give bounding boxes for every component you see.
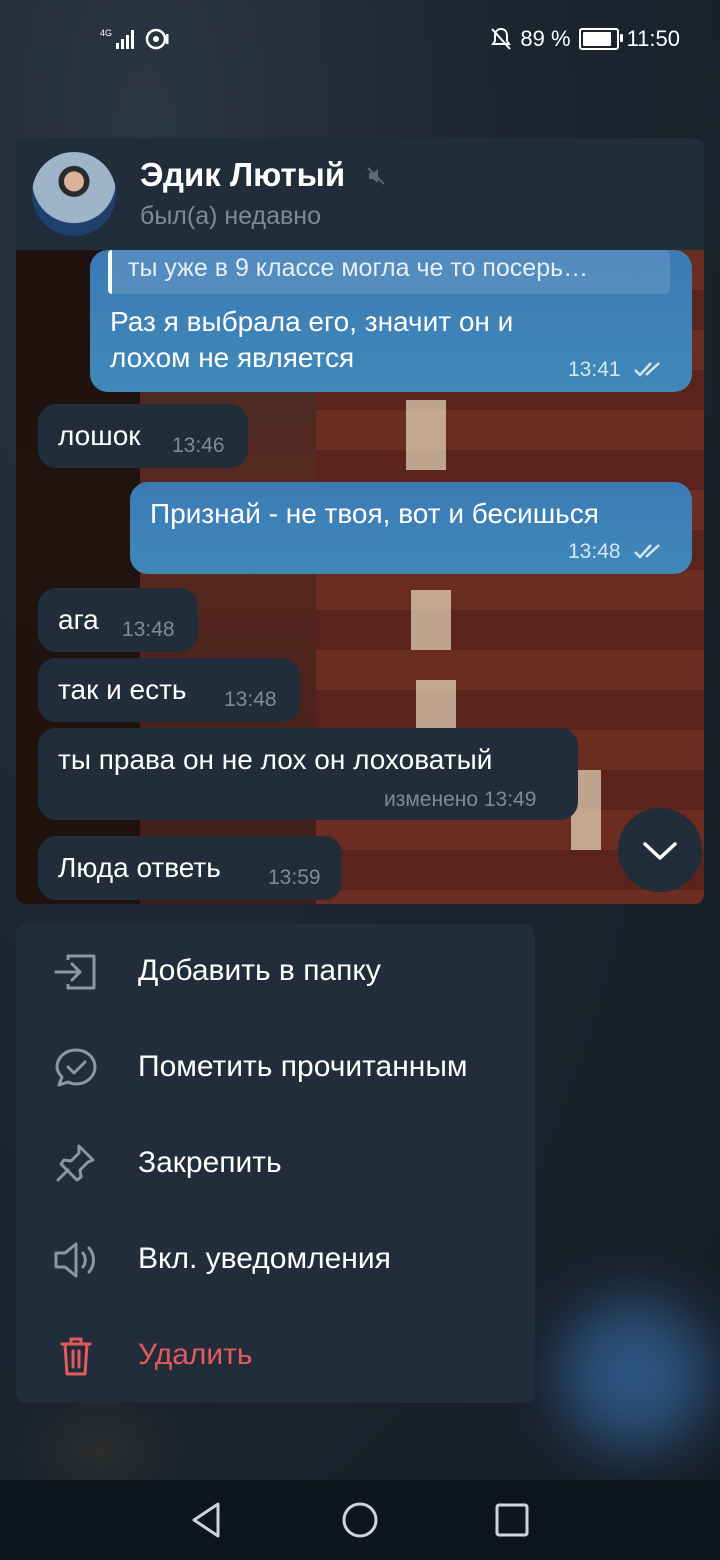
- menu-item-label: Удалить: [138, 1338, 253, 1371]
- signal-icon: 4G: [100, 28, 134, 49]
- message-bubble-outgoing[interactable]: ты уже в 9 классе могла че то посерь… Ра…: [90, 250, 692, 392]
- scroll-down-button[interactable]: [618, 808, 702, 892]
- home-icon[interactable]: [340, 1500, 380, 1540]
- background-blob: [560, 1300, 710, 1450]
- menu-item-unmute[interactable]: Вкл. уведомления: [16, 1212, 535, 1308]
- message-time: изменено 13:49: [384, 788, 537, 811]
- message-time: 13:48: [122, 618, 175, 641]
- message-text: так и есть: [58, 674, 187, 705]
- context-menu: Добавить в папку Пометить прочитанным За…: [16, 924, 535, 1403]
- message-bubble-incoming[interactable]: Люда ответь 13:59: [38, 836, 342, 900]
- message-time: 13:48: [224, 688, 277, 711]
- menu-item-pin[interactable]: Закрепить: [16, 1116, 535, 1212]
- menu-item-label: Вкл. уведомления: [138, 1242, 391, 1275]
- battery-percent: 89 %: [520, 26, 571, 51]
- message-time: 13:41: [568, 358, 621, 381]
- menu-item-add-to-folder[interactable]: Добавить в папку: [16, 924, 535, 1020]
- mark-read-icon: [55, 1048, 97, 1087]
- hotspot-icon: [145, 28, 169, 50]
- muted-icon: [367, 167, 385, 185]
- message-bubble-outgoing[interactable]: Признай - не твоя, вот и бесишься 13:48: [130, 482, 692, 574]
- message-bubble-incoming[interactable]: ага 13:48: [38, 588, 198, 652]
- avatar: [32, 152, 116, 236]
- status-bar: 4G 89 % 11:50: [0, 0, 720, 84]
- clock: 11:50: [626, 26, 680, 51]
- message-text: ага: [58, 604, 99, 635]
- contact-name: Эдик Лютый: [140, 156, 346, 193]
- message-bubble-incoming[interactable]: так и есть 13:48: [38, 658, 300, 722]
- message-text: Люда ответь: [58, 852, 221, 883]
- svg-text:4G: 4G: [100, 28, 112, 38]
- message-bubble-incoming[interactable]: лошок 13:46: [38, 404, 248, 468]
- back-icon[interactable]: [186, 1500, 226, 1540]
- background-blob: [40, 1420, 160, 1480]
- folder-add-icon: [54, 954, 96, 990]
- message-text: лошок: [58, 420, 141, 451]
- recents-icon[interactable]: [492, 1500, 532, 1540]
- bell-off-icon: [491, 27, 512, 50]
- contact-status: был(а) недавно: [140, 202, 322, 230]
- chevron-down-icon: [643, 842, 677, 860]
- menu-item-label: Закрепить: [138, 1146, 282, 1179]
- message-time: 13:46: [172, 434, 225, 457]
- reply-quote[interactable]: ты уже в 9 классе могла че то посерь…: [108, 250, 670, 294]
- chat-header[interactable]: Эдик Лютый был(а) недавно: [16, 138, 704, 250]
- message-text: лохом не является: [110, 342, 355, 373]
- double-check-icon: [634, 544, 660, 559]
- menu-item-mark-read[interactable]: Пометить прочитанным: [16, 1020, 535, 1116]
- menu-item-delete[interactable]: Удалить: [16, 1308, 535, 1404]
- chat-preview[interactable]: Эдик Лютый был(а) недавно ты уже в 9 кла…: [16, 138, 704, 904]
- battery-icon: [578, 28, 623, 50]
- message-text: Признай - не твоя, вот и бесишься: [150, 498, 599, 529]
- message-text: Раз я выбрала его, значит он и: [110, 306, 514, 337]
- speaker-icon: [54, 1242, 95, 1278]
- menu-item-label: Пометить прочитанным: [138, 1050, 468, 1083]
- reply-quote-text: ты уже в 9 классе могла че то посерь…: [128, 254, 589, 282]
- trash-icon: [60, 1337, 92, 1376]
- message-text: ты права он не лох он лоховатый: [58, 744, 493, 775]
- menu-item-label: Добавить в папку: [138, 954, 381, 987]
- navigation-bar: [0, 1480, 720, 1560]
- message-time: 13:48: [568, 540, 621, 563]
- message-time: 13:59: [268, 866, 321, 889]
- pin-icon: [56, 1144, 95, 1182]
- message-bubble-incoming[interactable]: ты права он не лох он лоховатый изменено…: [38, 728, 578, 820]
- double-check-icon: [634, 362, 660, 377]
